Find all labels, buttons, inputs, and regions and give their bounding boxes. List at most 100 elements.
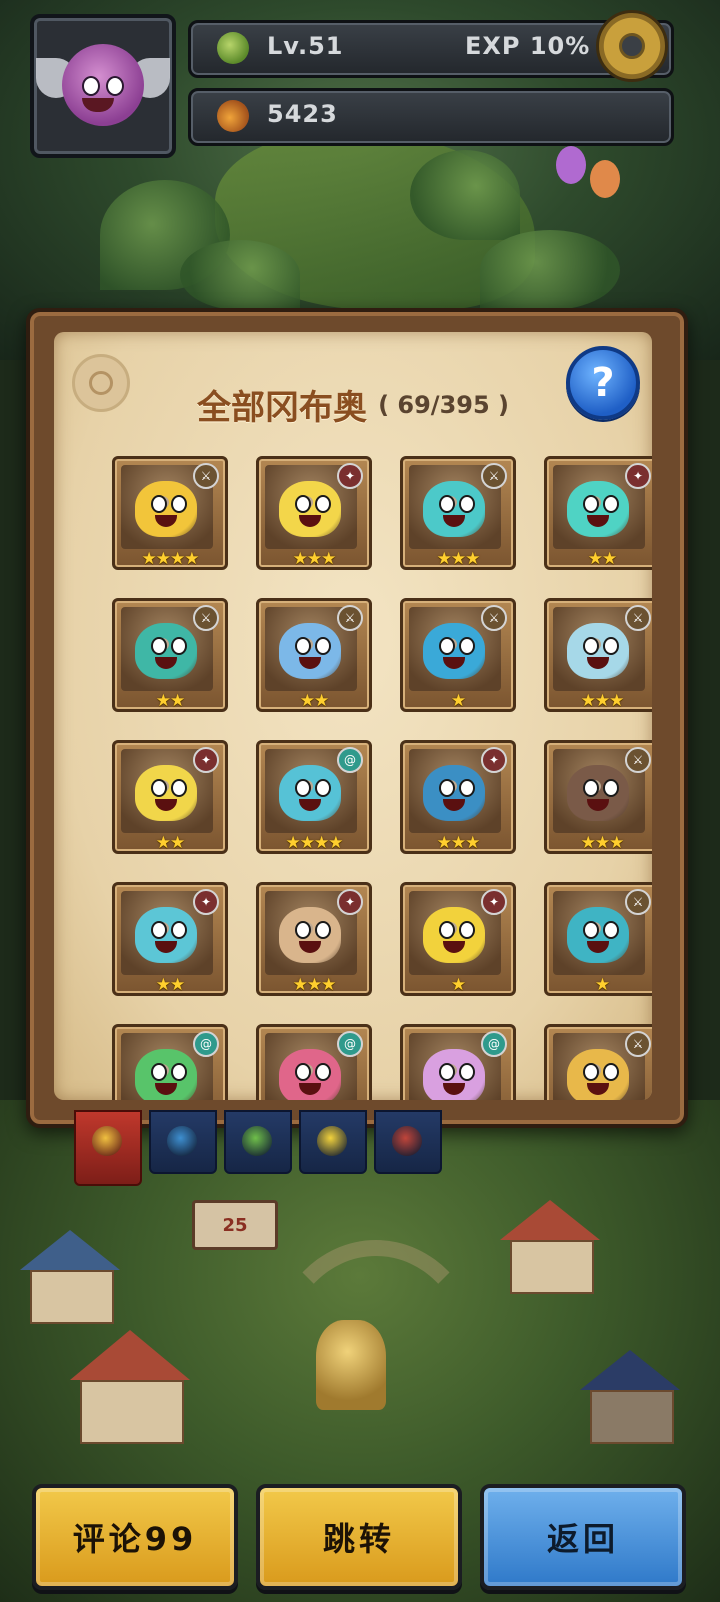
- star-rating: ★★: [155, 691, 185, 711]
- creature-eye: [171, 779, 187, 797]
- creature-card[interactable]: @ ★★★★: [256, 740, 372, 854]
- creature-card[interactable]: @: [400, 1024, 516, 1100]
- creature-card[interactable]: ✦ ★: [400, 882, 516, 996]
- sign-number: 25: [222, 1214, 248, 1236]
- creature-eye: [439, 495, 455, 513]
- creature-eye: [171, 495, 187, 513]
- comment-button-label: 评论99: [72, 1520, 198, 1558]
- creature-card[interactable]: ⚔ ★: [544, 882, 652, 996]
- leaf-decoration: [480, 230, 620, 310]
- creature-icon: [423, 481, 485, 537]
- magic-class-icon: ✦: [481, 747, 507, 773]
- star-rating: ★★★★: [285, 833, 344, 853]
- creature-card[interactable]: ✦ ★★★: [256, 456, 372, 570]
- village-house: [500, 1200, 600, 1294]
- creature-card[interactable]: ✦ ★★★: [400, 740, 516, 854]
- help-button[interactable]: ?: [566, 346, 640, 420]
- creature-eye: [603, 779, 619, 797]
- creature-card[interactable]: ✦ ★★★: [256, 882, 372, 996]
- avatar-portrait-icon: [62, 44, 144, 126]
- tab-gold[interactable]: [299, 1110, 367, 1174]
- creature-icon: [135, 481, 197, 537]
- creature-card[interactable]: ✦ ★★: [544, 456, 652, 570]
- creature-eye: [459, 921, 475, 939]
- creature-eye: [603, 921, 619, 939]
- creature-icon: [423, 765, 485, 821]
- leaf-decoration: [410, 150, 520, 240]
- spiral-class-icon: @: [481, 1031, 507, 1057]
- tab-red[interactable]: [374, 1110, 442, 1174]
- creature-icon: [567, 907, 629, 963]
- creature-card[interactable]: ⚔ ★★: [256, 598, 372, 712]
- leaf-decoration: [180, 240, 300, 310]
- creature-card[interactable]: ⚔ ★★★: [400, 456, 516, 570]
- creature-card[interactable]: ⚔ ★★: [112, 598, 228, 712]
- creature-eye: [439, 921, 455, 939]
- collection-header: 全部冈布奥 ( 69/395 ): [54, 380, 652, 429]
- creature-eye: [315, 779, 331, 797]
- creature-card[interactable]: ⚔: [544, 1024, 652, 1100]
- tab-all[interactable]: [74, 1110, 142, 1186]
- creature-card[interactable]: ⚔ ★★★★: [112, 456, 228, 570]
- map-signboard[interactable]: 25: [192, 1200, 278, 1250]
- collection-title: 全部冈布奥: [196, 388, 367, 428]
- creature-eye: [315, 1063, 331, 1081]
- sword-class-icon: ⚔: [625, 889, 651, 915]
- avatar-eye: [106, 76, 124, 96]
- creature-eye: [583, 495, 599, 513]
- creature-eye: [151, 779, 167, 797]
- comment-button[interactable]: 评论99: [32, 1484, 238, 1590]
- magic-class-icon: ✦: [193, 747, 219, 773]
- avatar-eye: [82, 76, 100, 96]
- green-creature-tab-icon: [242, 1126, 272, 1156]
- creature-card[interactable]: @: [112, 1024, 228, 1100]
- creature-eye: [151, 1063, 167, 1081]
- sword-class-icon: ⚔: [625, 747, 651, 773]
- sword-class-icon: ⚔: [625, 1031, 651, 1057]
- magic-class-icon: ✦: [193, 889, 219, 915]
- golden-statue[interactable]: [316, 1320, 386, 1410]
- creature-card[interactable]: ⚔ ★: [400, 598, 516, 712]
- level-text: Lv.51: [267, 32, 344, 60]
- magic-class-icon: ✦: [625, 463, 651, 489]
- creature-eye: [151, 921, 167, 939]
- creature-card[interactable]: @: [256, 1024, 372, 1100]
- question-mark-icon: ?: [591, 360, 615, 406]
- star-rating: ★★★: [292, 549, 337, 569]
- creature-eye: [295, 1063, 311, 1081]
- creature-eye: [439, 779, 455, 797]
- tab-green[interactable]: [224, 1110, 292, 1174]
- creature-card[interactable]: ✦ ★★: [112, 740, 228, 854]
- creature-eye: [583, 637, 599, 655]
- sword-class-icon: ⚔: [193, 463, 219, 489]
- creature-eye: [459, 495, 475, 513]
- creature-card[interactable]: ⚔ ★★★: [544, 598, 652, 712]
- creature-icon: [423, 907, 485, 963]
- creature-icon: [567, 765, 629, 821]
- spiral-class-icon: @: [193, 1031, 219, 1057]
- creature-card[interactable]: ⚔ ★★★: [544, 740, 652, 854]
- creature-eye: [151, 495, 167, 513]
- tab-blue[interactable]: [149, 1110, 217, 1174]
- creature-icon: [567, 481, 629, 537]
- magic-class-icon: ✦: [337, 463, 363, 489]
- creature-eye: [439, 1063, 455, 1081]
- star-rating: ★: [594, 975, 610, 995]
- creature-eye: [295, 921, 311, 939]
- sword-class-icon: ⚔: [481, 605, 507, 631]
- creature-icon: [135, 907, 197, 963]
- back-button[interactable]: 返回: [480, 1484, 686, 1590]
- jump-button[interactable]: 跳转: [256, 1484, 462, 1590]
- star-rating: ★: [450, 691, 466, 711]
- settings-gear-icon[interactable]: [596, 10, 668, 82]
- spiral-class-icon: @: [337, 747, 363, 773]
- creature-eye: [315, 637, 331, 655]
- star-rating: ★★★: [436, 549, 481, 569]
- creature-icon: [135, 765, 197, 821]
- player-avatar[interactable]: [30, 14, 176, 158]
- creature-eye: [603, 1063, 619, 1081]
- creature-card[interactable]: ✦ ★★: [112, 882, 228, 996]
- creature-eye: [295, 637, 311, 655]
- village-house: [580, 1350, 680, 1444]
- creature-eye: [439, 637, 455, 655]
